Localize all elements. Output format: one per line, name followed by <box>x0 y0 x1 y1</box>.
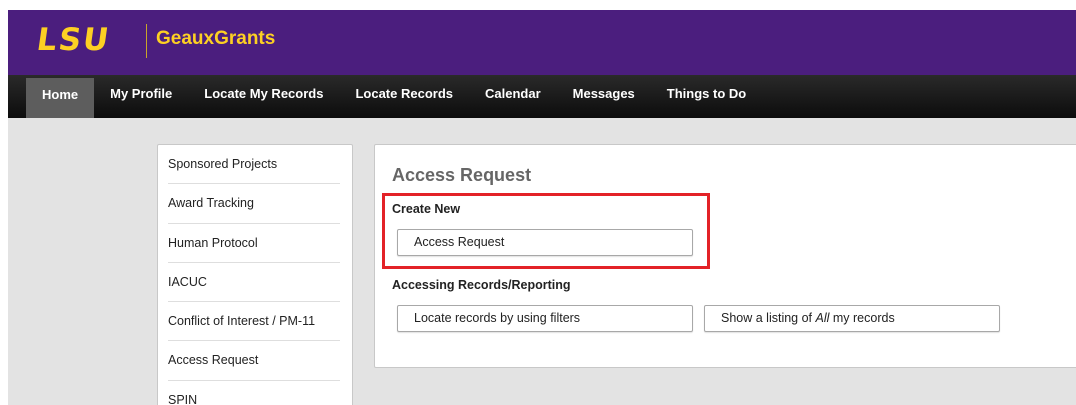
nav-item-messages[interactable]: Messages <box>557 75 651 118</box>
sidebar-item-conflict-of-interest[interactable]: Conflict of Interest / PM-11 <box>168 302 340 342</box>
app-header: LSU GeauxGrants <box>8 10 1076 75</box>
nav-item-locate-records[interactable]: Locate Records <box>339 75 469 118</box>
sidebar-item-access-request[interactable]: Access Request <box>168 341 340 381</box>
sidebar-item-sponsored-projects[interactable]: Sponsored Projects <box>168 145 340 185</box>
app-frame: LSU GeauxGrants Home My Profile Locate M… <box>8 10 1076 405</box>
sidebar-item-award-tracking[interactable]: Award Tracking <box>168 184 340 224</box>
nav-item-my-profile[interactable]: My Profile <box>94 75 188 118</box>
show-all-records-button[interactable]: Show a listing of All my records <box>704 305 1000 332</box>
nav-item-things-to-do[interactable]: Things to Do <box>651 75 762 118</box>
listing-prefix: Show a listing of <box>721 311 816 325</box>
listing-suffix: my records <box>829 311 895 325</box>
accessing-records-heading: Accessing Records/Reporting <box>392 278 571 292</box>
create-new-heading: Create New <box>392 202 461 216</box>
sidebar-item-human-protocol[interactable]: Human Protocol <box>168 224 340 263</box>
nav-item-home[interactable]: Home <box>26 78 95 118</box>
logo-divider <box>146 24 147 58</box>
page-title: Access Request <box>392 165 532 185</box>
sidebar-menu: Sponsored Projects Award Tracking Human … <box>157 144 353 405</box>
nav-item-calendar[interactable]: Calendar <box>469 75 557 118</box>
app-name[interactable]: GeauxGrants <box>156 27 275 51</box>
lsu-logo[interactable]: LSU <box>34 22 112 58</box>
access-request-panel: Access Request Create New Access Request… <box>374 144 1076 368</box>
sidebar-item-spin[interactable]: SPIN <box>168 381 340 405</box>
locate-records-filters-button[interactable]: Locate records by using filters <box>397 305 693 332</box>
nav-item-locate-my-records[interactable]: Locate My Records <box>188 75 339 118</box>
main-nav: Home My Profile Locate My Records Locate… <box>8 75 1076 118</box>
create-access-request-button[interactable]: Access Request <box>397 229 693 256</box>
listing-emphasis: All <box>815 311 830 325</box>
sidebar-item-iacuc[interactable]: IACUC <box>168 263 340 303</box>
